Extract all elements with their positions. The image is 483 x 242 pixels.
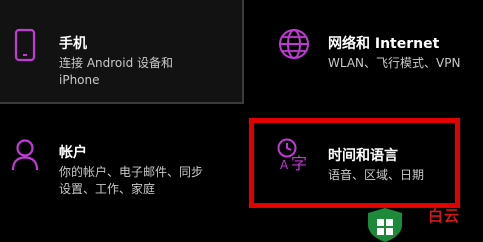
phone-icon (14, 28, 36, 62)
time-language-icon: A 字 (277, 138, 307, 172)
windows-shield-icon (368, 208, 402, 242)
settings-tile-network[interactable]: 网络和 Internet WLAN、飞行模式、VPN (262, 18, 483, 98)
settings-tile-time-language[interactable]: A 字 时间和语言 语音、区域、日期 (249, 118, 460, 208)
watermark-text: 白云 (428, 207, 461, 225)
tile-desc-time-language: 语音、区域、日期 (328, 168, 425, 182)
svg-text:A: A (280, 158, 289, 172)
tile-desc-phone-line1: 连接 Android 设备和 (59, 56, 174, 70)
tile-title-account: 帐户 (59, 145, 87, 161)
globe-icon (279, 29, 309, 59)
tile-desc-account-line2: 设置、工作、家庭 (59, 182, 156, 196)
settings-grid: 手机 连接 Android 设备和 iPhone 网络和 Internet WL… (0, 0, 483, 242)
tile-desc-phone-line2: iPhone (59, 73, 100, 87)
tile-desc-account-line1: 你的帐户、电子邮件、同步 (59, 165, 204, 179)
tile-title-time-language: 时间和语言 (328, 148, 398, 164)
tile-desc-network: WLAN、飞行模式、VPN (328, 56, 461, 70)
watermark: 白云 (362, 203, 483, 242)
tile-title-phone: 手机 (59, 36, 87, 52)
svg-text:字: 字 (291, 154, 307, 172)
settings-tile-account[interactable]: 帐户 你的帐户、电子邮件、同步 设置、工作、家庭 (0, 128, 244, 208)
person-icon (11, 139, 39, 171)
settings-tile-phone[interactable]: 手机 连接 Android 设备和 iPhone (0, 0, 244, 104)
tile-title-network: 网络和 Internet (328, 36, 440, 52)
